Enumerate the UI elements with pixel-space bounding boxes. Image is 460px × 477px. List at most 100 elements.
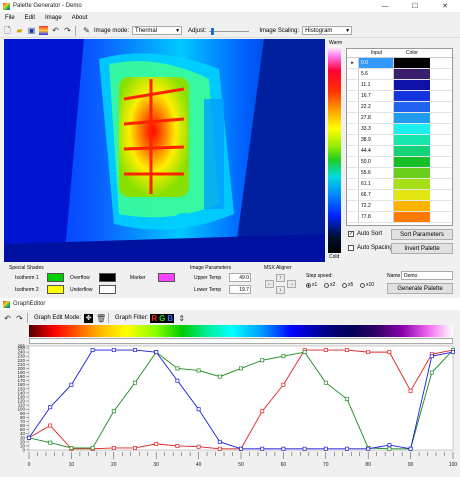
row-selector[interactable]	[347, 190, 359, 200]
underflow-swatch[interactable]	[99, 285, 116, 294]
minimize-button[interactable]: —	[370, 0, 400, 12]
row-color-swatch[interactable]	[394, 91, 430, 101]
filter-blue-button[interactable]: B	[166, 314, 174, 323]
row-color-swatch[interactable]	[394, 102, 430, 112]
upper-temp-input[interactable]: 49.0	[229, 273, 251, 282]
arrow-left-button[interactable]: ←	[265, 280, 274, 288]
data-point[interactable]	[111, 446, 116, 450]
table-row[interactable]: 44.4	[347, 146, 452, 157]
row-input-value[interactable]: 0.0	[359, 58, 394, 68]
invert-palette-button[interactable]: Invert Palette	[391, 243, 453, 254]
undo-icon[interactable]: ↶	[3, 314, 12, 323]
auto-sort-checkbox[interactable]: ✓ Auto Sort	[348, 231, 382, 237]
data-point[interactable]	[239, 446, 243, 451]
data-point[interactable]	[196, 407, 201, 412]
row-color-swatch[interactable]	[394, 58, 430, 68]
expand-vertical-icon[interactable]: ⇕	[177, 314, 186, 323]
speed-x5-radio-dot[interactable]	[342, 282, 347, 288]
data-point[interactable]	[154, 350, 159, 355]
adjust-slider-thumb[interactable]	[211, 27, 215, 35]
row-input-value[interactable]: 22.2	[359, 102, 394, 112]
new-file-icon[interactable]: 🗋	[3, 26, 12, 35]
data-point[interactable]	[323, 446, 328, 451]
table-row[interactable]: 38.9	[347, 135, 452, 146]
speed-x10-radio-dot[interactable]	[360, 282, 365, 288]
table-row[interactable]: 55.6	[347, 168, 452, 179]
row-selector[interactable]	[347, 124, 359, 134]
data-point[interactable]	[345, 348, 349, 353]
table-row[interactable]: 61.1	[347, 179, 452, 190]
row-color-swatch[interactable]	[394, 146, 430, 156]
edit-mode-points-icon[interactable]: ✥	[84, 313, 94, 323]
data-point[interactable]	[90, 446, 95, 450]
row-color-swatch[interactable]	[394, 157, 430, 167]
data-point[interactable]	[302, 446, 307, 451]
data-point[interactable]	[175, 443, 180, 448]
row-selector[interactable]	[347, 69, 359, 79]
table-row[interactable]: 77.8	[347, 212, 452, 223]
data-point[interactable]	[323, 380, 328, 385]
row-color-swatch[interactable]	[394, 113, 430, 123]
data-point[interactable]	[429, 354, 434, 359]
data-point[interactable]	[260, 446, 265, 451]
data-point[interactable]	[260, 409, 265, 414]
data-point[interactable]	[387, 443, 392, 448]
table-row[interactable]: 33.3	[347, 124, 452, 135]
data-point[interactable]	[239, 366, 243, 371]
row-input-value[interactable]: 38.9	[359, 135, 394, 145]
adjust-slider[interactable]	[209, 27, 250, 35]
data-point[interactable]	[196, 368, 201, 373]
data-point[interactable]	[154, 441, 159, 446]
row-input-value[interactable]: 55.6	[359, 168, 394, 178]
image-scaling-select[interactable]: Histogram ▼	[302, 26, 353, 35]
row-selector[interactable]	[347, 157, 359, 167]
speed-x2-radio-dot[interactable]	[324, 282, 329, 288]
data-point[interactable]	[27, 435, 31, 440]
row-input-value[interactable]: 11.1	[359, 80, 394, 90]
row-color-swatch[interactable]	[394, 190, 430, 200]
generate-palette-button[interactable]: Generate Palette	[387, 283, 453, 294]
edit-pencil-icon[interactable]: ✎	[82, 26, 91, 35]
row-color-swatch[interactable]	[394, 212, 430, 222]
data-point[interactable]	[408, 446, 413, 451]
table-row[interactable]: 27.8	[347, 113, 452, 124]
data-point[interactable]	[281, 354, 286, 359]
row-selector[interactable]	[347, 91, 359, 101]
undo-icon[interactable]: ↶	[51, 26, 60, 35]
name-input[interactable]: Demo	[401, 271, 453, 280]
speed-x1-radio-dot[interactable]	[306, 282, 311, 288]
isotherm1-swatch[interactable]	[47, 273, 64, 282]
table-row[interactable]: ▸ 0.0	[347, 58, 452, 69]
data-point[interactable]	[133, 348, 137, 353]
palette-icon[interactable]	[39, 26, 48, 35]
data-point[interactable]	[451, 350, 455, 355]
row-selector[interactable]	[347, 168, 359, 178]
data-point[interactable]	[323, 348, 328, 353]
row-selector[interactable]	[347, 179, 359, 189]
data-point[interactable]	[48, 405, 53, 410]
row-selector[interactable]: ▸	[347, 58, 359, 68]
data-point[interactable]	[48, 423, 53, 428]
speed-x5-radio[interactable]: x5	[342, 282, 353, 288]
palette-table[interactable]: Input Color ▸ 0.0 5.6 11.1 16.7 22.2 27.8 33.3 3…	[346, 48, 453, 226]
data-point[interactable]	[281, 446, 286, 451]
table-row[interactable]: 11.1	[347, 80, 452, 91]
row-color-swatch[interactable]	[394, 135, 430, 145]
row-selector[interactable]	[347, 146, 359, 156]
row-input-value[interactable]: 50.0	[359, 157, 394, 167]
data-point[interactable]	[387, 446, 392, 451]
table-row[interactable]: 50.0	[347, 157, 452, 168]
data-point[interactable]	[281, 382, 286, 387]
graph-editor-chart[interactable]: 0102030405060708090100110120130140150160…	[0, 344, 460, 476]
row-color-swatch[interactable]	[394, 124, 430, 134]
arrow-right-button[interactable]: →	[287, 280, 296, 288]
speed-x10-radio[interactable]: x10	[360, 282, 374, 288]
table-row[interactable]: 66.7	[347, 190, 452, 201]
close-button[interactable]: ✕	[430, 0, 460, 12]
row-color-swatch[interactable]	[394, 168, 430, 178]
data-point[interactable]	[175, 378, 180, 383]
overflow-swatch[interactable]	[99, 273, 116, 282]
menu-edit[interactable]: Edit	[20, 15, 40, 21]
data-point[interactable]	[217, 446, 222, 451]
data-point[interactable]	[302, 350, 307, 355]
